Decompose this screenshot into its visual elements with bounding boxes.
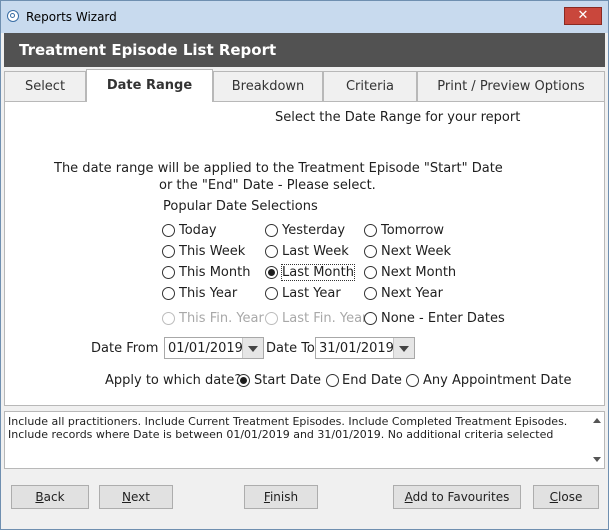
radio-apply-end-date-label[interactable]: End Date [342,373,402,388]
add-to-favourites-label: dd to Favourites [412,490,510,504]
finish-button-label: inish [269,490,299,504]
radio-this-year-label[interactable]: This Year [179,286,237,301]
close-button[interactable]: Close [533,485,599,509]
radio-apply-any-appointment-label[interactable]: Any Appointment Date [423,373,571,388]
close-button-mnemonic: C [549,490,559,504]
radio-last-week[interactable] [265,245,278,258]
radio-last-fin-year-label: Last Fin. Year [282,311,368,326]
app-logo-icon [7,10,19,22]
radio-apply-start-date[interactable] [237,374,250,387]
scroll-down-icon[interactable] [593,457,601,462]
radio-next-month[interactable] [364,266,377,279]
next-button-label: ext [131,490,150,504]
back-button-mnemonic: B [35,490,44,504]
radio-last-month-label[interactable]: Last Month [281,264,355,281]
radio-this-fin-year [162,312,175,325]
date-range-panel: Select the Date Range for your report Th… [4,101,605,406]
date-from-combo[interactable]: 01/01/2019 [164,337,264,359]
popular-selections-label: Popular Date Selections [163,199,318,214]
finish-button[interactable]: Finish [244,485,318,509]
tab-criteria[interactable]: Criteria [323,71,417,101]
radio-tomorrow-label[interactable]: Tomorrow [381,223,444,238]
radio-this-fin-year-label: This Fin. Year [179,311,264,326]
info-text-line-1: The date range will be applied to the Tr… [54,161,503,176]
radio-apply-any-appointment[interactable] [406,374,419,387]
reports-wizard-window: Reports Wizard ✕ Treatment Episode List … [0,0,609,530]
radio-next-year[interactable] [364,287,377,300]
radio-this-month[interactable] [162,266,175,279]
date-to-dropdown-icon[interactable] [393,338,414,358]
radio-this-week-label[interactable]: This Week [179,244,245,259]
radio-last-week-label[interactable]: Last Week [282,244,349,259]
radio-last-year[interactable] [265,287,278,300]
radio-next-week[interactable] [364,245,377,258]
window-close-button[interactable]: ✕ [564,7,602,25]
radio-last-month[interactable] [265,266,278,279]
panel-heading: Select the Date Range for your report [275,110,521,125]
radio-next-month-label[interactable]: Next Month [381,265,456,280]
radio-this-week[interactable] [162,245,175,258]
radio-today-label[interactable]: Today [179,223,217,238]
date-to-label: Date To [266,341,315,356]
date-from-label: Date From [91,341,159,356]
add-to-favourites-button[interactable]: Add to Favourites [393,485,521,509]
next-button-mnemonic: N [122,490,131,504]
radio-apply-end-date[interactable] [326,374,339,387]
radio-next-week-label[interactable]: Next Week [381,244,451,259]
info-text-line-2: or the "End" Date - Please select. [159,178,376,193]
radio-tomorrow[interactable] [364,224,377,237]
date-to-value[interactable]: 31/01/2019 [319,341,394,356]
apply-to-label: Apply to which date? [105,373,242,388]
close-button-label: lose [558,490,583,504]
report-title: Treatment Episode List Report [19,41,277,59]
radio-yesterday[interactable] [265,224,278,237]
radio-yesterday-label[interactable]: Yesterday [282,223,345,238]
radio-today[interactable] [162,224,175,237]
tab-date-range[interactable]: Date Range [86,69,213,102]
date-from-dropdown-icon[interactable] [242,338,263,358]
back-button[interactable]: Back [11,485,89,509]
radio-none-enter-dates[interactable] [364,312,377,325]
title-bar: Reports Wizard ✕ [1,1,608,33]
criteria-summary-box[interactable]: Include all practitioners. Include Curre… [4,411,605,469]
back-button-label: ack [43,490,65,504]
radio-none-enter-dates-label[interactable]: None - Enter Dates [381,311,505,326]
tab-select[interactable]: Select [4,71,86,101]
scroll-up-icon[interactable] [593,418,601,423]
radio-apply-start-date-label[interactable]: Start Date [254,373,321,388]
next-button[interactable]: Next [99,485,173,509]
radio-last-year-label[interactable]: Last Year [282,286,341,301]
report-header: Treatment Episode List Report [4,33,605,67]
add-to-favourites-mnemonic: A [404,490,413,504]
window-title: Reports Wizard [26,10,117,24]
date-to-combo[interactable]: 31/01/2019 [315,337,415,359]
radio-last-fin-year [265,312,278,325]
criteria-summary-text: Include all practitioners. Include Curre… [8,415,568,441]
date-from-value[interactable]: 01/01/2019 [168,341,243,356]
tab-breakdown[interactable]: Breakdown [213,71,323,101]
radio-this-month-label[interactable]: This Month [179,265,250,280]
radio-next-year-label[interactable]: Next Year [381,286,443,301]
tab-print-preview-options[interactable]: Print / Preview Options [417,71,605,101]
radio-this-year[interactable] [162,287,175,300]
